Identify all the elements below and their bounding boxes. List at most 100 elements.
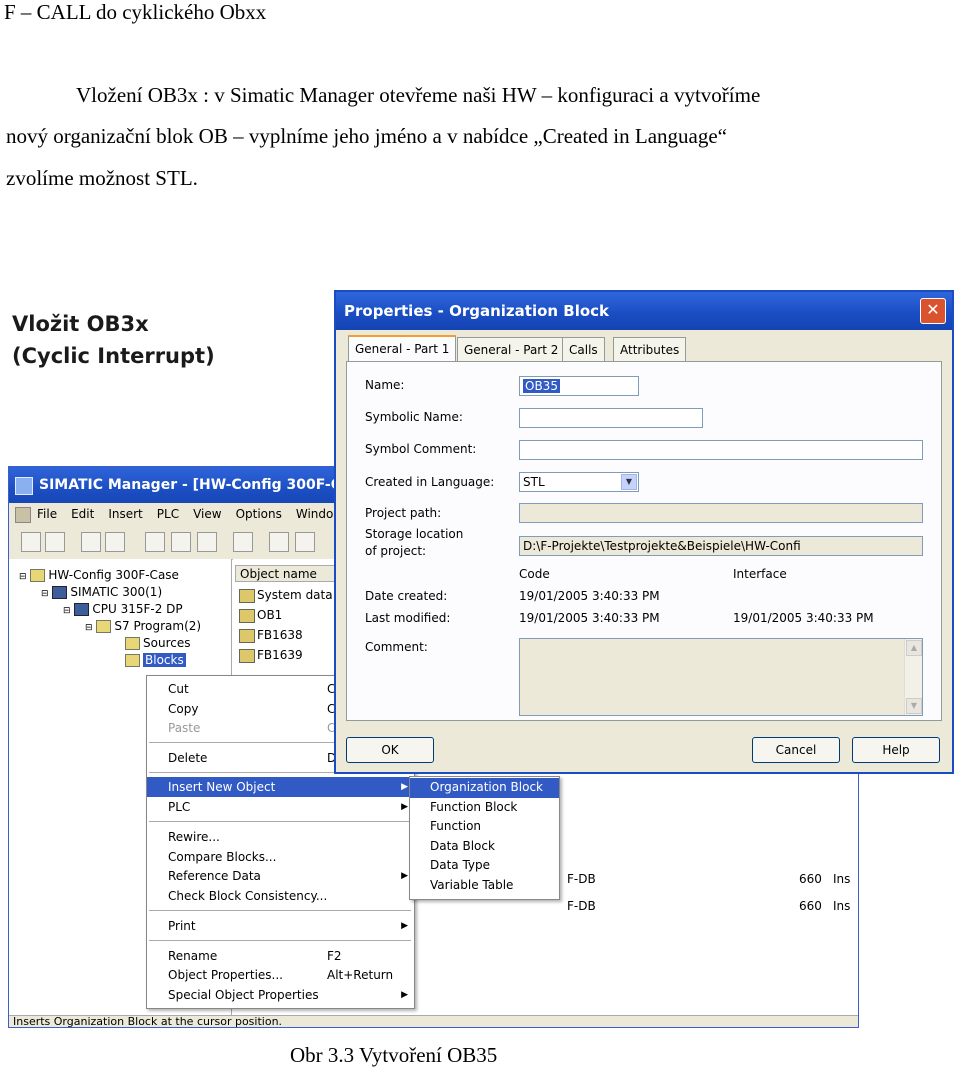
scroll-up-icon[interactable]: ▲ [906, 640, 922, 656]
ok-button[interactable]: OK [346, 737, 434, 763]
figure-label-line-2: (Cyclic Interrupt) [12, 344, 215, 368]
submenu-item-data-type[interactable]: Data Type [410, 856, 559, 876]
display-icon[interactable] [269, 532, 289, 552]
name-field[interactable]: OB35 [519, 376, 639, 396]
station-icon [52, 586, 68, 599]
symbol-comment-label: Symbol Comment: [365, 442, 477, 456]
submenu-arrow-icon: ▶ [401, 782, 408, 792]
menu-item-check-block-consistency[interactable]: Check Block Consistency... [147, 886, 414, 906]
tree-item-s7-program[interactable]: ⊟ S7 Program(2) [85, 618, 201, 634]
db-lang-cell: Ins [833, 899, 851, 913]
folder-icon [125, 654, 140, 667]
submenu-item-variable-table[interactable]: Variable Table [410, 876, 559, 896]
menu-item-rewire[interactable]: Rewire... [147, 827, 414, 847]
tab-calls[interactable]: Calls [562, 337, 605, 361]
insert-new-object-submenu: Organization Block Function Block Functi… [409, 776, 560, 900]
tree-item-cpu[interactable]: ⊟ CPU 315F-2 DP [63, 601, 183, 617]
column-header-object-name[interactable]: Object name [235, 565, 339, 582]
submenu-item-function[interactable]: Function [410, 817, 559, 837]
help-button[interactable]: Help [852, 737, 940, 763]
open-icon[interactable] [45, 532, 65, 552]
tab-general-part-2[interactable]: General - Part 2 [457, 337, 566, 361]
created-in-language-label: Created in Language: [365, 475, 495, 489]
comment-scrollbar[interactable]: ▲ ▼ [904, 639, 922, 715]
expand-minus-icon[interactable]: ⊟ [63, 606, 71, 616]
copy-icon[interactable] [171, 532, 191, 552]
list-item[interactable]: System data [239, 586, 333, 604]
project-icon [30, 569, 46, 582]
dialog-title-bar[interactable]: Properties - Organization Block [336, 292, 952, 330]
network-icon[interactable] [295, 532, 315, 552]
symbolic-name-label: Symbolic Name: [365, 410, 463, 424]
menu-edit[interactable]: Edit [71, 503, 94, 525]
list-item[interactable]: OB1 [239, 606, 282, 624]
menu-file[interactable]: File [37, 503, 57, 525]
menu-item-insert-new-object[interactable]: Insert New Object ▶ [147, 777, 414, 797]
menu-item-special-object-properties[interactable]: Special Object Properties ▶ [147, 985, 414, 1005]
menu-plc[interactable]: PLC [157, 503, 179, 525]
submenu-item-organization-block[interactable]: Organization Block [410, 778, 559, 798]
menu-item-plc[interactable]: PLC ▶ [147, 797, 414, 817]
last-modified-interface-value: 19/01/2005 3:40:33 PM [733, 611, 874, 625]
tab-general-part-1[interactable]: General - Part 1 [348, 335, 457, 362]
simatic-app-icon [15, 477, 33, 495]
menu-item-rename[interactable]: Rename F2 [147, 946, 414, 966]
paragraph-line-3: zvolíme možnost STL. [6, 166, 198, 190]
menu-item-reference-data[interactable]: Reference Data ▶ [147, 866, 414, 886]
comment-field[interactable]: ▲ ▼ [519, 638, 923, 716]
close-icon[interactable]: ✕ [920, 298, 946, 324]
menu-item-compare-blocks[interactable]: Compare Blocks... [147, 847, 414, 867]
new-icon[interactable] [21, 532, 41, 552]
menu-separator [149, 940, 411, 941]
menu-insert[interactable]: Insert [108, 503, 142, 525]
project-path-label: Project path: [365, 506, 442, 520]
list-item[interactable]: FB1639 [239, 646, 303, 664]
menu-view[interactable]: View [193, 503, 221, 525]
tree-item-project[interactable]: ⊟ HW-Config 300F-Case [19, 567, 179, 583]
symbolic-name-field[interactable] [519, 408, 703, 428]
tab-attributes[interactable]: Attributes [613, 337, 687, 361]
symbol-comment-field[interactable] [519, 440, 923, 460]
document-heading: F – CALL do cyklického Obxx [4, 0, 267, 24]
menu-item-object-properties[interactable]: Object Properties... Alt+Return [147, 965, 414, 985]
scroll-down-icon[interactable]: ▼ [906, 698, 922, 714]
submenu-arrow-icon: ▶ [401, 990, 408, 1000]
expand-minus-icon[interactable]: ⊟ [85, 623, 93, 633]
last-modified-label: Last modified: [365, 611, 451, 625]
folder-icon [125, 637, 140, 650]
s7-program-icon [96, 620, 112, 633]
figure-caption: Obr 3.3 Vytvoření OB35 [290, 1043, 498, 1067]
download-to-plc-icon[interactable] [233, 532, 253, 552]
submenu-item-data-block[interactable]: Data Block [410, 837, 559, 857]
expand-minus-icon[interactable]: ⊟ [19, 572, 27, 582]
submenu-arrow-icon: ▶ [401, 802, 408, 812]
db-type-cell: F-DB [567, 899, 596, 913]
menu-item-print[interactable]: Print ▶ [147, 916, 414, 936]
accessible-nodes-icon[interactable] [81, 532, 101, 552]
storage-location-label-2: of project: [365, 544, 427, 558]
document-menu-icon[interactable] [15, 507, 31, 523]
paragraph-line-2: nový organizační blok OB – vyplníme jeho… [6, 124, 727, 148]
comment-label: Comment: [365, 640, 428, 654]
project-path-field [519, 503, 923, 523]
menu-options[interactable]: Options [236, 503, 282, 525]
submenu-arrow-icon: ▶ [401, 921, 408, 931]
expand-minus-icon[interactable]: ⊟ [41, 589, 49, 599]
system-data-icon [239, 588, 255, 603]
db-lang-cell: Ins [833, 872, 851, 886]
submenu-arrow-icon: ▶ [401, 871, 408, 881]
download-icon[interactable] [105, 532, 125, 552]
chevron-down-icon[interactable]: ▼ [621, 474, 637, 490]
tree-item-sources[interactable]: Sources [125, 635, 190, 651]
cut-icon[interactable] [145, 532, 165, 552]
created-in-language-select[interactable]: STL ▼ [519, 472, 639, 492]
interface-header: Interface [733, 567, 787, 581]
tree-item-blocks[interactable]: Blocks [125, 652, 186, 668]
dialog-title: Properties - Organization Block [344, 302, 610, 320]
date-created-code-value: 19/01/2005 3:40:33 PM [519, 589, 660, 603]
tree-item-station[interactable]: ⊟ SIMATIC 300(1) [41, 584, 162, 600]
paste-icon[interactable] [197, 532, 217, 552]
cancel-button[interactable]: Cancel [752, 737, 840, 763]
submenu-item-function-block[interactable]: Function Block [410, 798, 559, 818]
list-item[interactable]: FB1638 [239, 626, 303, 644]
